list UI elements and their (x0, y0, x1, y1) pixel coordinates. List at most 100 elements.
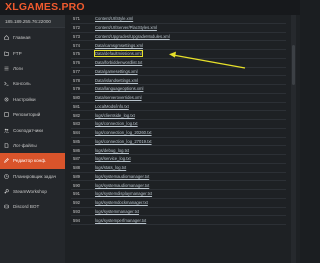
row-number: 577 (73, 68, 80, 74)
folder-icon (4, 51, 9, 56)
sidebar-item-label: Репозиторий (13, 112, 41, 118)
table-row: 591 logs/systemdisplaymanager.txt (71, 190, 286, 199)
sidebar-item-label: Главная (13, 35, 31, 41)
row-number: 592 (73, 200, 80, 206)
table-row: 582 logs/clientside_log.txt (71, 111, 286, 120)
file-link[interactable]: logs/systemaudiomanager.txt (95, 183, 149, 188)
table-row: 589 logs/systemaudiomanager.txt (71, 173, 286, 182)
sidebar-item-10[interactable]: Планировщик задач (0, 169, 65, 184)
table-row: 575 Data/defaultmissions.xml (71, 49, 286, 59)
sidebar-item-12[interactable]: Discord BOT (0, 199, 65, 214)
file-list: 571 Content/UI/Style.xml 572 Content/UI/Ser… (71, 15, 286, 225)
row-number: 587 (73, 156, 80, 162)
sidebar-item-9[interactable]: Редактор конф. (0, 153, 65, 169)
file-link[interactable]: logs/systemmanager.txt (95, 209, 139, 214)
file-list-panel: 571 Content/UI/Style.xml 572 Content/UI/Ser… (65, 15, 300, 263)
table-row: 583 logs/connection_log.txt (71, 120, 286, 129)
file-link[interactable]: Content/UI/Style.xml (95, 16, 133, 21)
home-icon (4, 35, 9, 40)
row-number: 575 (73, 51, 80, 57)
sidebar-item-2[interactable]: FTP (0, 45, 65, 60)
sidebar-item-label: Настройки (13, 96, 36, 102)
sidebar-item-label: Соклодатчики (13, 127, 43, 133)
table-row: 593 logs/systemmanager.txt (71, 208, 286, 217)
sidebar-item-label: Логи (13, 65, 23, 71)
sidebar-item-label: FTP (13, 50, 22, 56)
file-link[interactable]: Content/UI/Server/PlacStyles.xml (95, 25, 157, 30)
server-ip-label: 185.189.255.76:22000 (0, 15, 65, 28)
file-link[interactable]: logs/service_log.txt (95, 156, 131, 161)
sidebar-item-11[interactable]: SteamWorkshop (0, 184, 65, 199)
brand-logo-text[interactable]: XLGAMES.PRO (5, 1, 85, 14)
row-number: 580 (73, 95, 80, 101)
file-link[interactable]: LocalMods/info.txt (95, 104, 129, 109)
sidebar-item-3[interactable]: Логи (0, 61, 65, 76)
table-row: 588 logs/stats_log.txt (71, 164, 286, 173)
row-number: 578 (73, 77, 80, 83)
file-link[interactable]: logs/clientside_log.txt (95, 113, 135, 118)
file-link[interactable]: logs/connection_log.txt (95, 121, 138, 126)
sidebar-item-6[interactable]: Репозиторий (0, 107, 65, 122)
row-number: 594 (73, 217, 80, 223)
file-link[interactable]: logs/stats_log.txt (95, 165, 126, 170)
table-row: 584 logs/connection_log_20260.txt (71, 129, 286, 138)
scrollbar[interactable] (291, 15, 296, 263)
sidebar-item-1[interactable]: Главная (0, 30, 65, 45)
file-link[interactable]: logs/connection_log_20260.txt (95, 130, 152, 135)
table-row: 586 logs/debug_log.txt (71, 146, 286, 155)
sidebar: 185.189.255.76:22000 Главная FTP Логи Консо… (0, 15, 65, 263)
clock-icon (4, 173, 9, 179)
row-number: 574 (73, 42, 80, 48)
row-number: 571 (73, 16, 80, 22)
file-link[interactable]: Content/Upgrades/UpgradeModules.xml (95, 34, 170, 39)
file-link[interactable]: Data/languageoptions.xml (95, 86, 143, 91)
table-row: 587 logs/service_log.txt (71, 155, 286, 164)
table-row: 592 logs/systemdockmanager.txt (71, 199, 286, 208)
table-row: 577 Data/gamesettings.xml (71, 68, 286, 77)
steam-icon (4, 189, 9, 194)
terminal-icon (4, 81, 9, 86)
sidebar-item-4[interactable]: Консоль (0, 76, 65, 91)
row-number: 582 (73, 112, 80, 118)
table-row: 579 Data/languageoptions.xml (71, 85, 286, 94)
file-link[interactable]: logs/systemaudiomanager.txt (95, 174, 149, 179)
file-link[interactable]: Data/defaultmissions.xml (93, 49, 144, 58)
file-link[interactable]: logs/systemdisplaymanager.txt (95, 191, 152, 196)
sidebar-item-7[interactable]: Соклодатчики (0, 122, 65, 137)
file-link[interactable]: Data/gamesettings.xml (95, 69, 138, 74)
file-link[interactable]: Data/forbiddenwordlist.txt (95, 60, 142, 65)
table-row: 572 Content/UI/Server/PlacStyles.xml (71, 24, 286, 33)
sidebar-item-label: Консоль (13, 81, 31, 87)
file-link[interactable]: Data/serveroverrides.xml (95, 95, 142, 100)
table-row: 573 Content/Upgrades/UpgradeModules.xml (71, 33, 286, 42)
row-number: 589 (73, 173, 80, 179)
sidebar-item-label: Discord BOT (13, 204, 40, 210)
file-link[interactable]: Data/camsgmsettings.xml (95, 43, 143, 48)
gear-icon (4, 97, 9, 102)
sidebar-item-label: SteamWorkshop (13, 189, 47, 195)
sidebar-item-label: Редактор конф. (13, 158, 47, 164)
file-link[interactable]: logs/systemdockmanager.txt (95, 200, 148, 205)
sidebar-item-label: Планировщик задач (13, 173, 57, 179)
file-link[interactable]: logs/systemperfmanager.txt (95, 218, 146, 223)
row-number: 572 (73, 25, 80, 31)
file-link[interactable]: Data/islandsettings.xml (95, 78, 138, 83)
sidebar-item-8[interactable]: Лог-файлы (0, 138, 65, 153)
row-number: 588 (73, 165, 80, 171)
edit-icon (4, 158, 9, 164)
sidebar-item-5[interactable]: Настройки (0, 92, 65, 107)
sidebar-item-label: Лог-файлы (13, 142, 37, 148)
row-number: 591 (73, 191, 80, 197)
row-number: 581 (73, 103, 80, 109)
table-row: 580 Data/serveroverrides.xml (71, 94, 286, 103)
row-number: 590 (73, 182, 80, 188)
list-icon (4, 66, 9, 71)
table-row: 590 logs/systemaudiomanager.txt (71, 181, 286, 190)
scrollbar-thumb[interactable] (292, 45, 295, 85)
table-row: 585 logs/connection_log_27019.txt (71, 138, 286, 147)
table-row: 576 Data/forbiddenwordlist.txt (71, 59, 286, 68)
file-link[interactable]: logs/connection_log_27019.txt (95, 139, 152, 144)
sidebar-nav: Главная FTP Логи Консоль Настройки Репозитори… (0, 30, 65, 215)
row-number: 586 (73, 147, 80, 153)
file-link[interactable]: logs/debug_log.txt (95, 148, 129, 153)
